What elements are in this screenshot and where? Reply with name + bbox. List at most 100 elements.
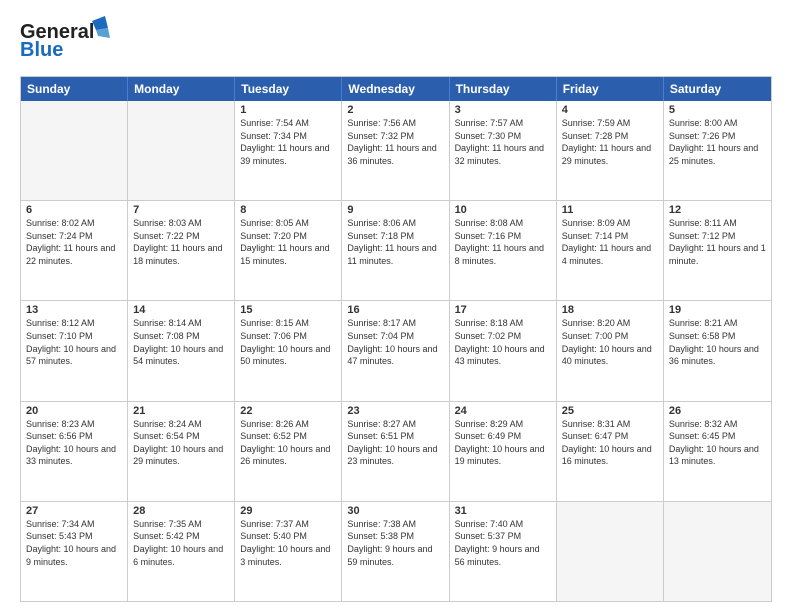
day-info: Sunrise: 8:24 AMSunset: 6:54 PMDaylight:… [133, 418, 229, 468]
calendar-cell: 13Sunrise: 8:12 AMSunset: 7:10 PMDayligh… [21, 301, 128, 400]
day-number: 11 [562, 204, 658, 216]
calendar-cell: 29Sunrise: 7:37 AMSunset: 5:40 PMDayligh… [235, 502, 342, 601]
day-number: 27 [26, 505, 122, 517]
header-cell-wednesday: Wednesday [342, 77, 449, 101]
day-number: 15 [240, 304, 336, 316]
day-info: Sunrise: 8:27 AMSunset: 6:51 PMDaylight:… [347, 418, 443, 468]
day-info: Sunrise: 8:21 AMSunset: 6:58 PMDaylight:… [669, 317, 766, 367]
calendar-cell: 19Sunrise: 8:21 AMSunset: 6:58 PMDayligh… [664, 301, 771, 400]
calendar-cell: 12Sunrise: 8:11 AMSunset: 7:12 PMDayligh… [664, 201, 771, 300]
day-number: 8 [240, 204, 336, 216]
day-info: Sunrise: 8:17 AMSunset: 7:04 PMDaylight:… [347, 317, 443, 367]
day-number: 12 [669, 204, 766, 216]
calendar-cell: 4Sunrise: 7:59 AMSunset: 7:28 PMDaylight… [557, 101, 664, 200]
day-info: Sunrise: 7:40 AMSunset: 5:37 PMDaylight:… [455, 518, 551, 568]
day-info: Sunrise: 8:18 AMSunset: 7:02 PMDaylight:… [455, 317, 551, 367]
calendar-header: SundayMondayTuesdayWednesdayThursdayFrid… [21, 77, 771, 101]
day-info: Sunrise: 8:31 AMSunset: 6:47 PMDaylight:… [562, 418, 658, 468]
header-cell-tuesday: Tuesday [235, 77, 342, 101]
header-cell-saturday: Saturday [664, 77, 771, 101]
calendar-cell: 24Sunrise: 8:29 AMSunset: 6:49 PMDayligh… [450, 402, 557, 501]
day-number: 18 [562, 304, 658, 316]
day-number: 21 [133, 405, 229, 417]
header: GeneralBlue [20, 16, 772, 66]
calendar-cell: 7Sunrise: 8:03 AMSunset: 7:22 PMDaylight… [128, 201, 235, 300]
day-number: 22 [240, 405, 336, 417]
calendar-cell: 10Sunrise: 8:08 AMSunset: 7:16 PMDayligh… [450, 201, 557, 300]
calendar-cell: 15Sunrise: 8:15 AMSunset: 7:06 PMDayligh… [235, 301, 342, 400]
day-info: Sunrise: 8:26 AMSunset: 6:52 PMDaylight:… [240, 418, 336, 468]
day-info: Sunrise: 8:11 AMSunset: 7:12 PMDaylight:… [669, 217, 766, 267]
logo: GeneralBlue [20, 16, 110, 66]
calendar-cell: 6Sunrise: 8:02 AMSunset: 7:24 PMDaylight… [21, 201, 128, 300]
day-number: 17 [455, 304, 551, 316]
calendar: SundayMondayTuesdayWednesdayThursdayFrid… [20, 76, 772, 602]
day-number: 13 [26, 304, 122, 316]
calendar-cell: 27Sunrise: 7:34 AMSunset: 5:43 PMDayligh… [21, 502, 128, 601]
day-number: 28 [133, 505, 229, 517]
day-number: 19 [669, 304, 766, 316]
calendar-cell: 2Sunrise: 7:56 AMSunset: 7:32 PMDaylight… [342, 101, 449, 200]
day-number: 4 [562, 104, 658, 116]
day-info: Sunrise: 7:59 AMSunset: 7:28 PMDaylight:… [562, 117, 658, 167]
header-cell-thursday: Thursday [450, 77, 557, 101]
calendar-cell: 8Sunrise: 8:05 AMSunset: 7:20 PMDaylight… [235, 201, 342, 300]
day-number: 2 [347, 104, 443, 116]
day-number: 24 [455, 405, 551, 417]
day-number: 23 [347, 405, 443, 417]
day-info: Sunrise: 8:02 AMSunset: 7:24 PMDaylight:… [26, 217, 122, 267]
day-number: 1 [240, 104, 336, 116]
day-info: Sunrise: 8:12 AMSunset: 7:10 PMDaylight:… [26, 317, 122, 367]
header-cell-monday: Monday [128, 77, 235, 101]
day-number: 3 [455, 104, 551, 116]
day-number: 6 [26, 204, 122, 216]
day-info: Sunrise: 8:15 AMSunset: 7:06 PMDaylight:… [240, 317, 336, 367]
svg-text:Blue: Blue [20, 39, 63, 61]
day-number: 29 [240, 505, 336, 517]
calendar-body: 1Sunrise: 7:54 AMSunset: 7:34 PMDaylight… [21, 101, 771, 601]
calendar-cell: 25Sunrise: 8:31 AMSunset: 6:47 PMDayligh… [557, 402, 664, 501]
day-number: 16 [347, 304, 443, 316]
day-info: Sunrise: 7:57 AMSunset: 7:30 PMDaylight:… [455, 117, 551, 167]
day-info: Sunrise: 8:08 AMSunset: 7:16 PMDaylight:… [455, 217, 551, 267]
calendar-cell: 16Sunrise: 8:17 AMSunset: 7:04 PMDayligh… [342, 301, 449, 400]
calendar-cell: 31Sunrise: 7:40 AMSunset: 5:37 PMDayligh… [450, 502, 557, 601]
day-number: 20 [26, 405, 122, 417]
day-info: Sunrise: 7:35 AMSunset: 5:42 PMDaylight:… [133, 518, 229, 568]
day-number: 7 [133, 204, 229, 216]
calendar-cell [557, 502, 664, 601]
day-number: 30 [347, 505, 443, 517]
calendar-cell: 26Sunrise: 8:32 AMSunset: 6:45 PMDayligh… [664, 402, 771, 501]
day-number: 5 [669, 104, 766, 116]
calendar-cell: 30Sunrise: 7:38 AMSunset: 5:38 PMDayligh… [342, 502, 449, 601]
day-info: Sunrise: 8:23 AMSunset: 6:56 PMDaylight:… [26, 418, 122, 468]
calendar-cell: 28Sunrise: 7:35 AMSunset: 5:42 PMDayligh… [128, 502, 235, 601]
calendar-cell: 17Sunrise: 8:18 AMSunset: 7:02 PMDayligh… [450, 301, 557, 400]
day-info: Sunrise: 8:00 AMSunset: 7:26 PMDaylight:… [669, 117, 766, 167]
calendar-cell: 11Sunrise: 8:09 AMSunset: 7:14 PMDayligh… [557, 201, 664, 300]
day-info: Sunrise: 8:29 AMSunset: 6:49 PMDaylight:… [455, 418, 551, 468]
calendar-cell [21, 101, 128, 200]
calendar-cell: 21Sunrise: 8:24 AMSunset: 6:54 PMDayligh… [128, 402, 235, 501]
calendar-row-4: 20Sunrise: 8:23 AMSunset: 6:56 PMDayligh… [21, 401, 771, 501]
day-info: Sunrise: 7:56 AMSunset: 7:32 PMDaylight:… [347, 117, 443, 167]
day-number: 31 [455, 505, 551, 517]
day-number: 26 [669, 405, 766, 417]
day-info: Sunrise: 7:34 AMSunset: 5:43 PMDaylight:… [26, 518, 122, 568]
day-info: Sunrise: 8:03 AMSunset: 7:22 PMDaylight:… [133, 217, 229, 267]
day-info: Sunrise: 8:06 AMSunset: 7:18 PMDaylight:… [347, 217, 443, 267]
calendar-cell [128, 101, 235, 200]
day-number: 14 [133, 304, 229, 316]
day-info: Sunrise: 7:37 AMSunset: 5:40 PMDaylight:… [240, 518, 336, 568]
calendar-row-3: 13Sunrise: 8:12 AMSunset: 7:10 PMDayligh… [21, 300, 771, 400]
day-number: 9 [347, 204, 443, 216]
calendar-cell: 9Sunrise: 8:06 AMSunset: 7:18 PMDaylight… [342, 201, 449, 300]
day-number: 25 [562, 405, 658, 417]
header-cell-sunday: Sunday [21, 77, 128, 101]
day-info: Sunrise: 8:32 AMSunset: 6:45 PMDaylight:… [669, 418, 766, 468]
day-info: Sunrise: 8:09 AMSunset: 7:14 PMDaylight:… [562, 217, 658, 267]
page: GeneralBlue SundayMondayTuesdayWednesday… [0, 0, 792, 612]
calendar-row-5: 27Sunrise: 7:34 AMSunset: 5:43 PMDayligh… [21, 501, 771, 601]
calendar-cell: 23Sunrise: 8:27 AMSunset: 6:51 PMDayligh… [342, 402, 449, 501]
header-cell-friday: Friday [557, 77, 664, 101]
